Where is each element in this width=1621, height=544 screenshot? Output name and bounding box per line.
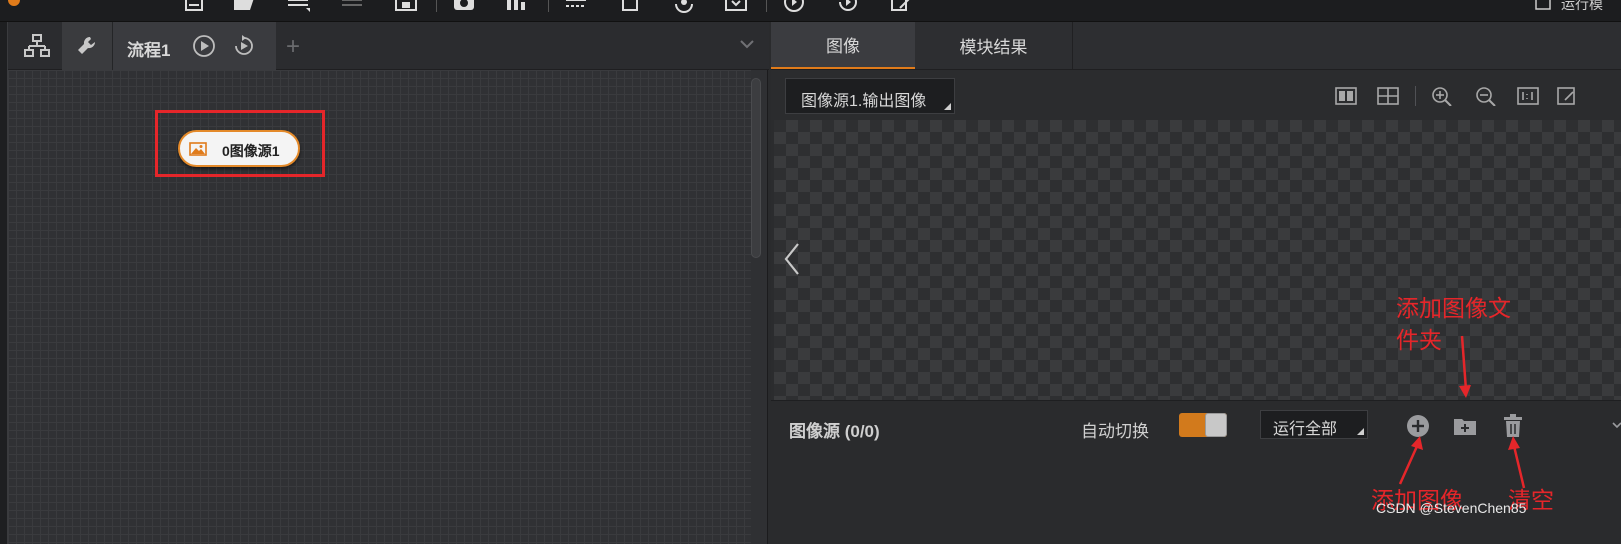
image-source-count: 图像源 (0/0) (789, 422, 880, 441)
image-source-node[interactable]: 0图像源1 (178, 130, 300, 167)
image-source-bar: 图像源 (0/0) 自动切换 运行全部 (771, 400, 1621, 544)
split-view-icon[interactable] (1335, 86, 1357, 106)
run-flow-icon[interactable] (193, 35, 215, 57)
tab-module-result[interactable]: 模块结果 (915, 22, 1073, 69)
image-icon (189, 142, 207, 156)
actual-size-icon[interactable] (1517, 86, 1539, 106)
app-window: 运行模 流程1 + 0图像源1 图像 模块结果 图像源1.输出图像 图像源 (0… (0, 0, 1621, 544)
tool-button[interactable] (62, 22, 112, 70)
arrow-icon (1508, 436, 1526, 489)
grid-view-icon[interactable] (1377, 86, 1399, 106)
result-panel: 图像 模块结果 图像源1.输出图像 图像源 (0/0) 自动切换 运行全部 (771, 22, 1621, 544)
tab-flow-1[interactable]: 流程1 (112, 22, 276, 70)
app-logo-icon (8, 0, 20, 6)
hierarchy-icon (24, 34, 50, 57)
previous-image-icon[interactable] (782, 242, 802, 276)
toolbar-divider (548, 0, 549, 12)
result-tabbar: 图像 模块结果 (771, 22, 1621, 70)
flow-tab-label: 流程1 (127, 41, 171, 60)
dropdown-corner-icon (944, 103, 951, 110)
flow-tabbar: 流程1 + (8, 22, 769, 70)
toolbar-divider (766, 0, 767, 12)
auto-switch-toggle[interactable] (1179, 413, 1227, 437)
image-display-area[interactable] (774, 120, 1621, 400)
settings-list-icon[interactable] (564, 0, 588, 14)
flow-tree-button[interactable] (12, 22, 62, 70)
camera-icon[interactable] (452, 0, 476, 14)
run-mode-select[interactable]: 运行全部 (1260, 410, 1368, 439)
save-menu-icon[interactable] (286, 0, 310, 14)
chevron-down-icon[interactable] (1611, 417, 1621, 429)
run-loop-icon[interactable] (836, 0, 860, 14)
toolbar-divider (436, 0, 437, 12)
edit-icon[interactable] (890, 0, 914, 14)
copy-icon[interactable] (618, 0, 642, 14)
flow-panel: 流程1 + 0图像源1 (7, 22, 769, 544)
annotation-line: 添加图像文 (1396, 295, 1511, 321)
chevron-down-icon[interactable] (739, 36, 755, 52)
run-mode-select-value: 运行全部 (1273, 421, 1338, 438)
add-folder-annotation: 添加图像文 件夹 (1396, 292, 1511, 356)
image-view-toolbar: 图像源1.输出图像 (771, 70, 1621, 120)
new-file-icon[interactable] (182, 0, 206, 14)
wrench-icon (78, 36, 96, 54)
main-toolbar: 运行模 (0, 0, 1621, 22)
tab-image[interactable]: 图像 (771, 22, 915, 69)
fit-window-icon[interactable] (1557, 86, 1579, 106)
toolbar-divider (1415, 86, 1416, 106)
image-source-select[interactable]: 图像源1.输出图像 (785, 78, 955, 114)
toggle-knob (1205, 413, 1227, 437)
watermark: CSDN @StevenChen85 (1376, 500, 1527, 516)
script-icon[interactable] (724, 0, 748, 14)
save-icon[interactable] (394, 0, 418, 14)
sync-icon[interactable] (672, 0, 696, 14)
flow-canvas[interactable] (8, 70, 751, 544)
open-folder-icon[interactable] (232, 0, 256, 14)
folder-plus-icon (1454, 419, 1476, 435)
zoom-in-icon[interactable] (1431, 86, 1453, 107)
arrow-icon (1398, 436, 1423, 485)
add-folder-button[interactable] (1452, 413, 1478, 439)
run-mode-label[interactable]: 运行模 (1561, 0, 1603, 14)
node-label: 0图像源1 (222, 143, 280, 159)
run-mode-icon[interactable] (1535, 0, 1551, 10)
add-flow-button[interactable]: + (286, 33, 300, 61)
list-icon[interactable] (340, 0, 364, 14)
annotation-line: 件夹 (1396, 327, 1442, 353)
window-edge (0, 22, 7, 544)
run-once-icon[interactable] (782, 0, 806, 14)
image-source-select-value: 图像源1.输出图像 (801, 93, 927, 110)
auto-switch-label: 自动切换 (1081, 422, 1149, 441)
canvas-scrollbar[interactable] (751, 78, 761, 258)
dropdown-corner-icon (1357, 428, 1364, 435)
arrow-icon (1459, 335, 1471, 398)
zoom-out-icon[interactable] (1475, 86, 1497, 107)
loop-flow-icon[interactable] (233, 35, 255, 57)
chart-icon[interactable] (505, 0, 529, 14)
